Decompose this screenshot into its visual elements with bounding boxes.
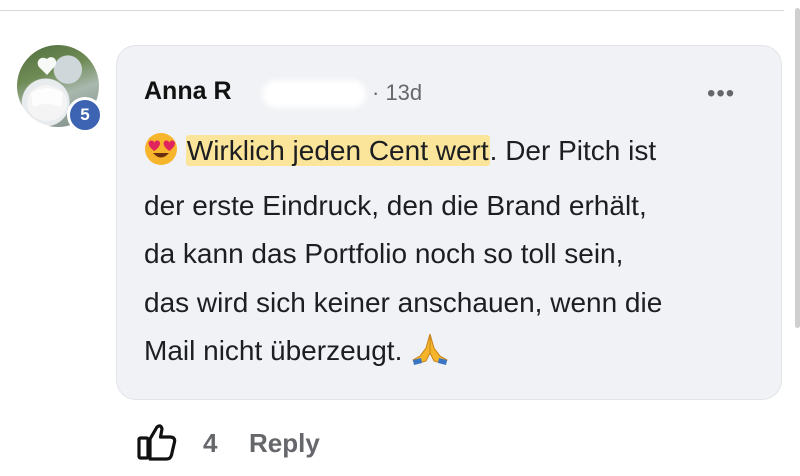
reply-button[interactable]: Reply [249,428,320,459]
thumbs-up-icon[interactable] [136,422,178,467]
comment-line-5: Mail nicht überzeugt. [144,327,764,382]
level-badge: 5 [67,97,103,133]
comment-line-4: das wird sich keiner anschauen, wenn die [144,286,663,318]
highlighted-phrase: Wirklich jeden Cent wert [185,135,490,166]
comment-line-3: da kann das Portfolio noch so toll sein, [144,238,624,269]
line-1-rest: . Der Pitch ist [489,135,657,166]
comment-line-1: Wirklich jeden Cent wert. Der Pitch ist [144,127,764,182]
like-count[interactable]: 4 [203,428,217,459]
line-5-text: Mail nicht überzeugt. [144,335,403,366]
comment-timestamp[interactable]: · 13d [372,80,422,106]
redacted-surname [262,80,366,108]
top-divider [0,10,784,11]
author-name[interactable]: Anna R [144,77,232,106]
scrollbar[interactable] [795,8,800,328]
more-options-button[interactable]: ••• [707,80,735,108]
heart-eyes-emoji-icon [144,132,178,182]
comment-line-2: der erste Eindruck, den die Brand erhält… [144,189,647,221]
comment-text: Wirklich jeden Cent wert. Der Pitch ist … [144,127,764,382]
folded-hands-emoji-icon [410,330,450,382]
